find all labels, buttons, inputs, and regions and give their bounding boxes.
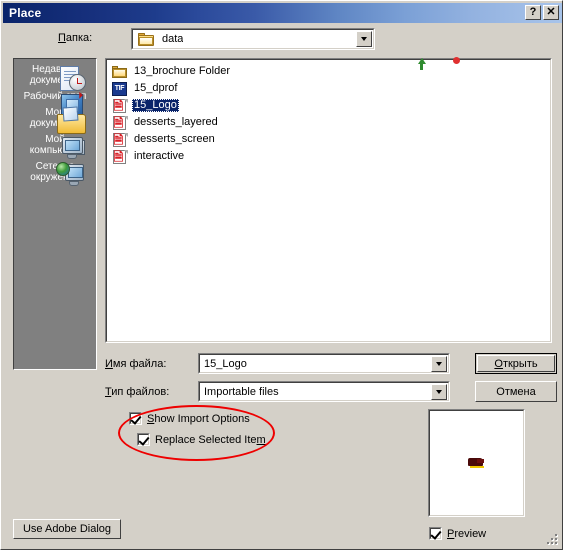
replace-accel: m xyxy=(256,433,266,446)
file-name-accel: И xyxy=(105,358,113,370)
pdf-file-icon: 🗎 xyxy=(111,132,129,148)
replace-label-pre: Replace Selected Ite xyxy=(155,433,257,446)
file-name: 15_dprof xyxy=(134,82,178,94)
places-item-my-documents[interactable]: Мои документы xyxy=(14,104,96,134)
file-name-combobox[interactable]: 15_Logo xyxy=(198,353,450,374)
file-list[interactable]: 13_brochure Folder TIF 15_dprof 🗎 15_Log… xyxy=(105,58,552,343)
title-bar[interactable]: Place ? ✕ xyxy=(3,3,562,23)
look-in-value: data xyxy=(162,33,184,45)
close-button[interactable]: ✕ xyxy=(543,5,559,20)
window-title: Place xyxy=(9,6,42,20)
file-type-label-rest: ип файлов: xyxy=(111,386,170,398)
preview-label: Preview xyxy=(447,528,486,540)
replace-selected-item-label: Replace Selected Item xyxy=(155,434,266,446)
use-adobe-dialog-label: Use Adobe Dialog xyxy=(22,523,112,535)
checkbox-box[interactable] xyxy=(129,412,142,425)
replace-selected-item-checkbox[interactable]: Replace Selected Item xyxy=(137,433,266,446)
file-name-value: 15_Logo xyxy=(204,357,247,370)
pdf-file-icon: 🗎 xyxy=(111,115,129,131)
look-in-label-rest: апка: xyxy=(65,32,93,44)
chevron-down-icon xyxy=(436,390,442,394)
places-item-desktop[interactable]: Рабочий стол xyxy=(14,88,96,116)
places-item-label: Недавние xyxy=(32,64,78,75)
file-name: 15_Logo xyxy=(132,99,179,112)
resize-grip[interactable] xyxy=(545,532,559,546)
show-import-label-rest: how Import Options xyxy=(154,412,250,425)
look-in-row: Папка: data xyxy=(1,27,562,74)
help-button[interactable]: ? xyxy=(525,5,541,20)
file-name: interactive xyxy=(134,150,185,162)
open-label-rest: ткрыть xyxy=(502,357,538,370)
preview-checkbox[interactable]: Preview xyxy=(429,527,486,540)
open-accel: О xyxy=(494,357,503,370)
show-import-options-checkbox[interactable]: Show Import Options xyxy=(129,412,250,425)
places-item-my-computer[interactable]: Мой компьютер xyxy=(14,131,96,159)
look-in-dropdown-arrow[interactable] xyxy=(356,31,372,47)
preview-thumbnail xyxy=(468,457,485,469)
chevron-down-icon xyxy=(436,362,442,366)
tif-file-icon: TIF xyxy=(111,81,129,97)
cancel-button-label: Отмена xyxy=(496,385,536,398)
pdf-file-icon: 🗎 xyxy=(111,149,129,165)
preview-label-rest: review xyxy=(454,527,487,540)
file-name-label-rest: мя файла: xyxy=(112,358,167,370)
open-button[interactable]: Открыть xyxy=(475,353,557,374)
look-in-label: Папка: xyxy=(58,32,92,44)
checkbox-box[interactable] xyxy=(429,527,442,540)
file-name: 13_brochure Folder xyxy=(134,65,231,77)
places-bar: Недавние документы Рабочий стол Мои доку… xyxy=(13,58,97,370)
file-name-dropdown-arrow[interactable] xyxy=(431,356,447,372)
use-adobe-dialog-button[interactable]: Use Adobe Dialog xyxy=(13,519,121,539)
places-item-recent-documents[interactable]: Недавние документы xyxy=(14,61,96,91)
file-name: desserts_screen xyxy=(134,133,215,145)
file-list-item-selected[interactable]: 🗎 15_Logo xyxy=(109,97,550,114)
folder-icon xyxy=(138,32,154,46)
chevron-down-icon xyxy=(361,37,367,41)
file-list-item[interactable]: TIF 15_dprof xyxy=(109,80,550,97)
file-list-item[interactable]: 🗎 desserts_layered xyxy=(109,114,550,131)
file-list-item[interactable]: 🗎 interactive xyxy=(109,148,550,165)
show-import-options-label: Show Import Options xyxy=(147,413,250,425)
pdf-file-icon: 🗎 xyxy=(111,98,129,114)
place-file-dialog: Place ? ✕ Папка: data Недавние документы… xyxy=(0,0,563,550)
file-type-value: Importable files xyxy=(204,385,279,398)
folder-icon xyxy=(111,64,129,80)
file-list-item[interactable]: 13_brochure Folder xyxy=(109,63,550,80)
file-name-label: Имя файла: xyxy=(105,358,166,370)
file-name: desserts_layered xyxy=(134,116,218,128)
file-type-label: Тип файлов: xyxy=(105,386,169,398)
file-type-dropdown-arrow[interactable] xyxy=(431,384,447,400)
open-button-label: Открыть xyxy=(494,358,537,370)
file-type-combobox[interactable]: Importable files xyxy=(198,381,450,402)
checkbox-box[interactable] xyxy=(137,433,150,446)
file-list-item[interactable]: 🗎 desserts_screen xyxy=(109,131,550,148)
look-in-accel: П xyxy=(58,32,66,44)
look-in-combobox[interactable]: data xyxy=(131,28,375,50)
places-item-network-places[interactable]: Сетевое окружение xyxy=(14,158,96,186)
cancel-button[interactable]: Отмена xyxy=(475,381,557,402)
preview-panel xyxy=(428,409,525,517)
title-bar-buttons: ? ✕ xyxy=(525,5,559,20)
